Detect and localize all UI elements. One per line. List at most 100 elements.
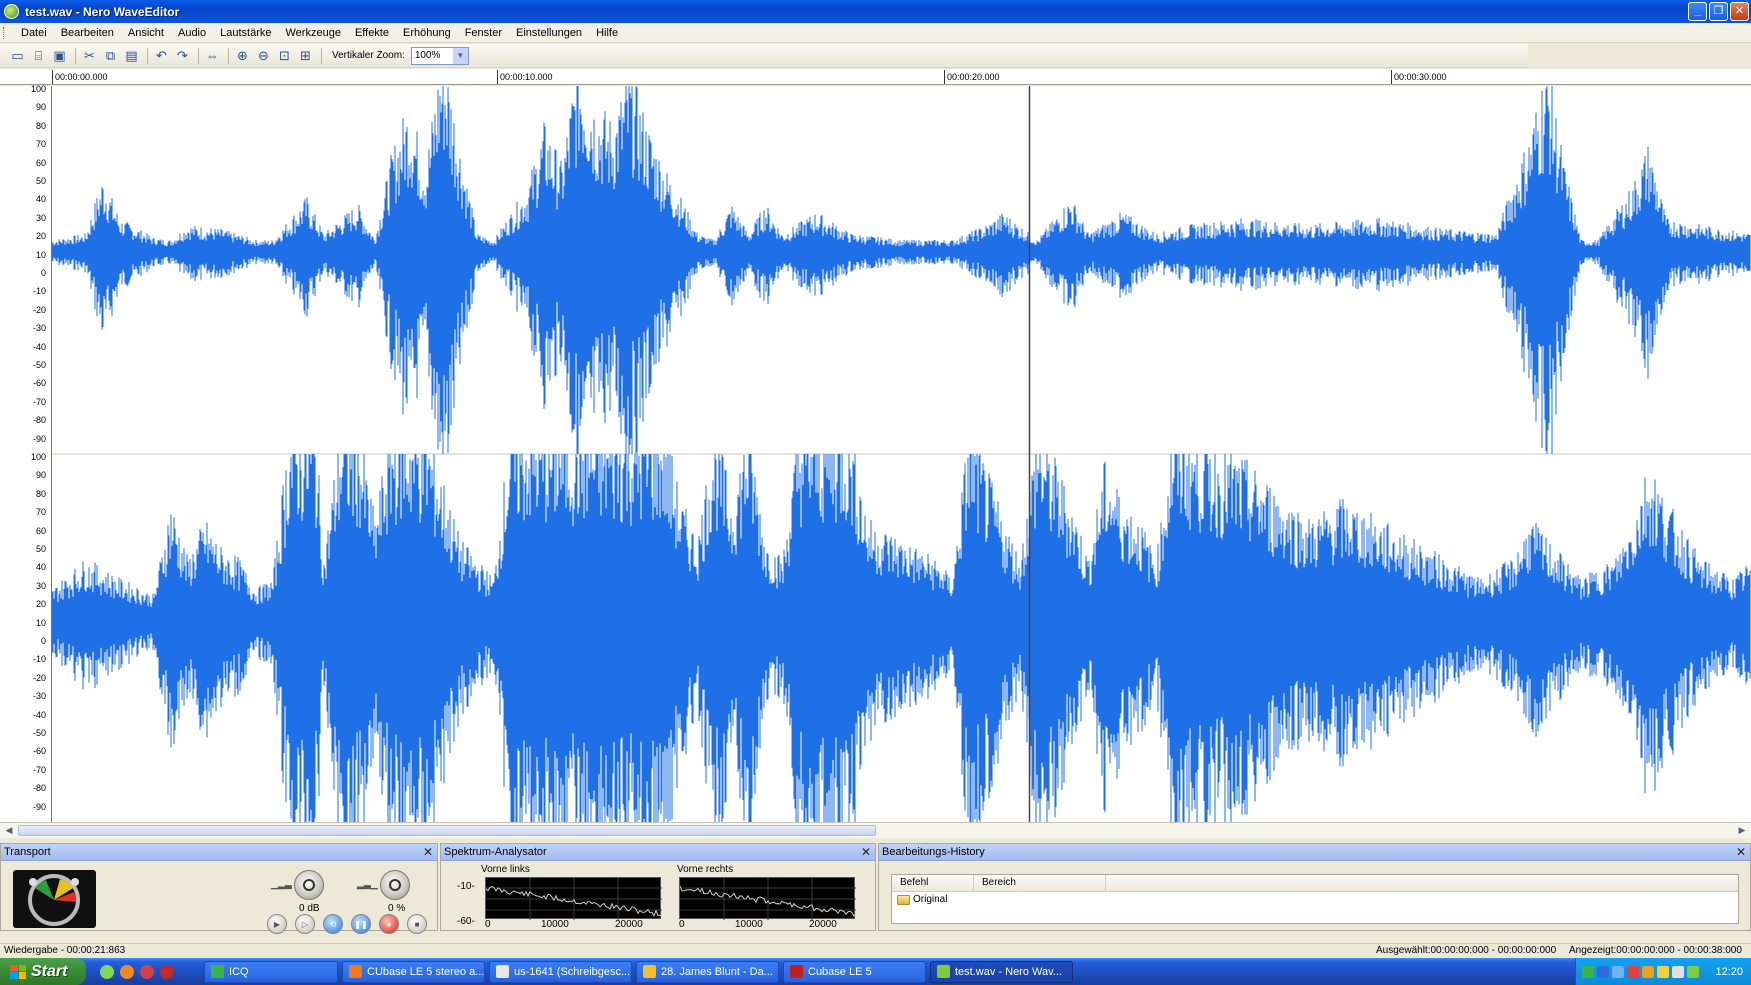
column-bereich[interactable]: Bereich xyxy=(974,875,1106,891)
horizontal-scrollbar[interactable]: ◀ ▶ xyxy=(0,822,1751,838)
transport-header: Transport ✕ xyxy=(1,844,437,861)
loop-button[interactable]: ⟲ xyxy=(323,914,343,934)
amplitude-top-tick: -20 xyxy=(32,304,46,315)
tray-tools-icon[interactable] xyxy=(1672,965,1684,978)
menu-bearbeiten[interactable]: Bearbeiten xyxy=(54,27,121,39)
close-button[interactable]: ✕ xyxy=(1730,2,1749,21)
amplitude-top-tick: 20 xyxy=(35,231,46,242)
amplitude-top-tick: -80 xyxy=(32,415,46,426)
ruler-label-30s: 00:00:30.000 xyxy=(1394,72,1447,82)
new-file-icon[interactable]: ▭ xyxy=(8,46,27,65)
title-bar[interactable]: test.wav - Nero WaveEditor _ ❐ ✕ xyxy=(0,0,1751,23)
amplitude-top-tick: 0 xyxy=(40,268,46,278)
document-icon xyxy=(496,965,509,978)
amplitude-bottom-tick: 0 xyxy=(40,636,46,646)
task-document[interactable]: us-1641 (Schreibgesc... xyxy=(489,960,632,983)
vertical-zoom-select[interactable]: 100% ▼ xyxy=(410,46,469,65)
flag-red xyxy=(10,964,18,971)
cut-icon[interactable]: ✂ xyxy=(80,46,99,65)
tray-update-icon[interactable] xyxy=(1642,965,1654,978)
clock[interactable]: 12:20 xyxy=(1715,966,1743,978)
paste-icon[interactable]: ▤ xyxy=(122,46,141,65)
media-icon xyxy=(643,965,656,978)
spectrum-title: Spektrum-Analysator xyxy=(444,846,547,858)
menu-audio[interactable]: Audio xyxy=(171,27,213,39)
task-label: test.wav - Nero Wav... xyxy=(955,965,1062,978)
close-icon[interactable]: ✕ xyxy=(861,845,871,859)
record-button[interactable]: ● xyxy=(379,914,399,934)
task-cubase-stereo[interactable]: CUbase LE 5 stereo a... xyxy=(342,960,485,983)
maximize-button[interactable]: ❐ xyxy=(1709,2,1728,21)
task-icq[interactable]: ICQ xyxy=(204,960,338,983)
pan-label: 0 % xyxy=(388,903,406,914)
timeline-ruler[interactable]: 00:00:00.000 00:00:10.000 00:00:20.000 0… xyxy=(0,69,1751,85)
menu-erhoehung[interactable]: Erhöhung xyxy=(396,27,458,39)
menu-lautstaerke[interactable]: Lautstärke xyxy=(213,27,278,39)
chevron-down-icon[interactable]: ▼ xyxy=(452,47,468,64)
menu-ansicht[interactable]: Ansicht xyxy=(121,27,171,39)
task-label: 28. James Blunt - Da... xyxy=(661,965,773,978)
stop-button[interactable]: ■ xyxy=(407,914,427,934)
tray-nero-icon[interactable] xyxy=(1687,965,1699,978)
firefox-icon xyxy=(349,965,362,978)
save-icon[interactable]: ▣ xyxy=(50,46,69,65)
close-icon[interactable]: ✕ xyxy=(1736,845,1746,859)
task-nero-waveeditor[interactable]: test.wav - Nero Wav... xyxy=(930,960,1073,983)
menu-effekte[interactable]: Effekte xyxy=(348,27,396,39)
amplitude-top-tick: 60 xyxy=(35,157,46,168)
minimize-button[interactable]: _ xyxy=(1688,2,1707,21)
open-folder-icon[interactable]: ⌸ xyxy=(29,46,48,65)
firefox-quick-icon[interactable] xyxy=(120,964,134,979)
opera-quick-icon[interactable] xyxy=(140,964,154,979)
menu-grip[interactable] xyxy=(3,27,6,39)
cubase-quick-icon[interactable] xyxy=(160,964,174,979)
tray-battery-icon[interactable] xyxy=(1657,965,1669,978)
tray-speaker-icon[interactable] xyxy=(1612,965,1624,978)
scrollbar-thumb[interactable] xyxy=(18,825,876,836)
task-cubase[interactable]: Cubase LE 5 xyxy=(783,960,926,983)
amplitude-bottom-tick: -60 xyxy=(32,746,46,757)
icq-quick-icon[interactable] xyxy=(100,964,114,979)
zoom-full-icon[interactable]: ⊞ xyxy=(296,46,315,65)
amplitude-bottom-tick: -80 xyxy=(32,783,46,794)
icq-icon xyxy=(211,965,224,978)
menu-datei[interactable]: Datei xyxy=(14,27,54,39)
scroll-left-icon[interactable]: ◀ xyxy=(2,824,16,837)
play-button[interactable]: ▶ xyxy=(267,914,287,934)
ruler-tick xyxy=(944,70,945,84)
task-media-player[interactable]: 28. James Blunt - Da... xyxy=(636,960,779,983)
nero-app-icon[interactable] xyxy=(4,4,19,19)
toolbar: ▭ ⌸ ▣ ✂ ⧉ ▤ ↶ ↷ ⇔ ⊕ ⊖ ⊡ ⊞ Vertikaler Zoo… xyxy=(0,44,1528,68)
zoom-in-icon[interactable]: ⊕ xyxy=(233,46,252,65)
knob-indicator xyxy=(389,879,401,891)
redo-icon[interactable]: ↷ xyxy=(173,46,192,65)
play-selection-button[interactable]: ▷ xyxy=(295,914,315,934)
tray-network-icon[interactable] xyxy=(1597,965,1609,978)
tray-security-icon[interactable] xyxy=(1627,965,1639,978)
menu-einstellungen[interactable]: Einstellungen xyxy=(509,27,589,39)
status-playback: Wiedergabe - 00:00:21:863 xyxy=(4,945,126,956)
vertical-zoom-value: 100% xyxy=(414,50,441,61)
column-befehl[interactable]: Befehl xyxy=(892,875,974,891)
menu-hilfe[interactable]: Hilfe xyxy=(589,27,625,39)
copy-icon[interactable]: ⧉ xyxy=(101,46,120,65)
gain-knob[interactable] xyxy=(294,870,324,900)
tray-icq-icon[interactable] xyxy=(1582,965,1594,978)
undo-icon[interactable]: ↶ xyxy=(152,46,171,65)
pause-button[interactable]: ❚❚ xyxy=(351,914,371,934)
menu-fenster[interactable]: Fenster xyxy=(458,27,509,39)
spectrum-analyzer-panel: Spektrum-Analysator ✕ Vorne links Vorne … xyxy=(440,843,876,931)
close-icon[interactable]: ✕ xyxy=(423,845,433,859)
history-row[interactable]: Original xyxy=(892,892,1738,907)
history-command: Original xyxy=(913,894,948,905)
select-all-icon[interactable]: ⇔ xyxy=(203,46,222,65)
waveform-canvas[interactable] xyxy=(52,86,1751,822)
pan-knob[interactable] xyxy=(380,870,410,900)
zoom-out-icon[interactable]: ⊖ xyxy=(254,46,273,65)
waveform-view[interactable] xyxy=(52,86,1751,822)
zoom-selection-icon[interactable]: ⊡ xyxy=(275,46,294,65)
scroll-right-icon[interactable]: ▶ xyxy=(1735,824,1749,837)
start-button[interactable]: Start xyxy=(0,958,86,985)
menu-werkzeuge[interactable]: Werkzeuge xyxy=(279,27,348,39)
waveform-channel-right xyxy=(52,454,1751,822)
